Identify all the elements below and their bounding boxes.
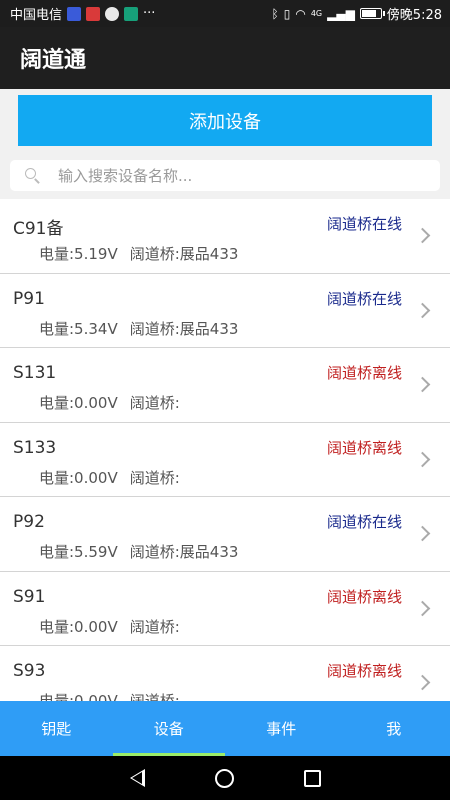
device-info: 电量:0.00V 阔道桥: bbox=[39, 616, 180, 637]
device-name: P91 bbox=[13, 288, 45, 309]
device-info: 电量:0.00V 阔道桥: bbox=[39, 690, 180, 701]
system-nav-bar bbox=[0, 756, 450, 800]
notification-app-icon bbox=[67, 6, 82, 21]
device-info: 电量:0.00V 阔道桥: bbox=[39, 392, 180, 413]
tab-me[interactable]: 我 bbox=[338, 701, 450, 756]
battery-fill bbox=[361, 10, 377, 17]
info-icon bbox=[105, 6, 120, 21]
status-bar-right: ᛒ ▯ ◠ 4G ▂▄▆ 傍晚5:28 bbox=[271, 4, 442, 24]
device-voltage: 电量:0.00V bbox=[39, 692, 118, 701]
device-item[interactable]: S93 阔道桥离线 电量:0.00V 阔道桥: bbox=[0, 646, 450, 701]
device-status: 阔道桥在线 bbox=[326, 215, 402, 233]
status-bar-left: 中国电信 ··· bbox=[10, 4, 155, 23]
device-item[interactable]: S91 阔道桥离线 电量:0.00V 阔道桥: bbox=[0, 571, 450, 646]
app-title: 阔道通 bbox=[20, 48, 87, 73]
device-name: C91备 bbox=[13, 219, 64, 239]
search-input[interactable] bbox=[58, 166, 398, 185]
chevron-right-icon bbox=[414, 376, 431, 393]
device-item[interactable]: S133 阔道桥离线 电量:0.00V 阔道桥: bbox=[0, 422, 450, 497]
app-bar: 阔道通 bbox=[0, 27, 450, 89]
notification-app-icon bbox=[86, 6, 101, 21]
device-list[interactable]: C91备 阔道桥在线 电量:5.19V 阔道桥:展品433 P91 阔道桥在线 电… bbox=[0, 199, 450, 701]
device-voltage: 电量:5.19V bbox=[39, 245, 118, 263]
tab-devices[interactable]: 设备 bbox=[112, 701, 226, 756]
chevron-right-icon bbox=[414, 600, 431, 616]
device-bridge: 阔道桥:展品433 bbox=[129, 245, 239, 263]
device-status: 阔道桥在线 bbox=[326, 289, 402, 308]
device-voltage: 电量:5.59V bbox=[39, 543, 118, 561]
tab-events[interactable]: 事件 bbox=[225, 701, 338, 756]
device-status: 阔道桥离线 bbox=[326, 364, 402, 382]
device-bridge: 阔道桥:展品433 bbox=[129, 319, 239, 338]
device-item[interactable]: C91备 阔道桥在线 电量:5.19V 阔道桥:展品433 bbox=[0, 199, 450, 274]
notification-app-icon bbox=[124, 6, 139, 21]
device-info: 电量:5.59V 阔道桥:展品433 bbox=[39, 541, 238, 562]
device-status: 阔道桥在线 bbox=[326, 513, 402, 531]
chevron-right-icon bbox=[414, 674, 431, 691]
device-name: P92 bbox=[13, 512, 45, 532]
device-status: 阔道桥离线 bbox=[326, 662, 402, 680]
status-bar: 中国电信 ··· ᛒ ▯ ◠ 4G ▂▄▆ 傍晚5:28 bbox=[0, 0, 450, 27]
wifi-icon: ◠ bbox=[295, 6, 306, 21]
chevron-right-icon bbox=[414, 451, 431, 467]
device-status: 阔道桥离线 bbox=[326, 438, 402, 457]
device-bridge: 阔道桥:展品433 bbox=[129, 543, 239, 561]
device-item[interactable]: P91 阔道桥在线 电量:5.34V 阔道桥:展品433 bbox=[0, 273, 450, 348]
back-icon[interactable] bbox=[129, 769, 145, 787]
device-name: S93 bbox=[13, 661, 46, 681]
device-info: 电量:5.34V 阔道桥:展品433 bbox=[39, 318, 238, 339]
device-bridge: 阔道桥: bbox=[129, 617, 180, 636]
add-device-button[interactable]: 添加设备 bbox=[18, 95, 432, 146]
device-status: 阔道桥离线 bbox=[326, 587, 402, 606]
recent-apps-icon[interactable] bbox=[303, 769, 321, 787]
device-item[interactable]: S131 阔道桥离线 电量:0.00V 阔道桥: bbox=[0, 348, 450, 423]
network-type-label: 4G bbox=[310, 9, 323, 18]
bottom-tab-bar: 钥匙 设备 事件 我 bbox=[0, 701, 450, 756]
device-bridge: 阔道桥: bbox=[129, 468, 180, 487]
search-icon bbox=[24, 167, 42, 185]
device-voltage: 电量:0.00V bbox=[39, 394, 118, 412]
tab-keys[interactable]: 钥匙 bbox=[0, 701, 113, 756]
home-icon[interactable] bbox=[214, 768, 234, 788]
device-name: S91 bbox=[13, 586, 46, 607]
signal-icon: ▂▄▆ bbox=[327, 6, 355, 21]
device-info: 电量:5.19V 阔道桥:展品433 bbox=[39, 243, 238, 264]
device-voltage: 电量:0.00V bbox=[39, 617, 118, 636]
search-box[interactable] bbox=[10, 160, 440, 191]
device-info: 电量:0.00V 阔道桥: bbox=[39, 467, 180, 488]
device-name: S133 bbox=[13, 437, 57, 458]
device-bridge: 阔道桥: bbox=[129, 692, 180, 701]
chevron-right-icon bbox=[414, 302, 431, 318]
chevron-right-icon bbox=[414, 525, 431, 542]
bluetooth-icon: ᛒ bbox=[271, 6, 279, 21]
clock-label: 傍晚5:28 bbox=[386, 8, 442, 23]
carrier-label: 中国电信 bbox=[10, 8, 63, 23]
device-voltage: 电量:0.00V bbox=[39, 468, 118, 487]
more-notifications-icon: ··· bbox=[143, 6, 156, 21]
device-voltage: 电量:5.34V bbox=[39, 319, 118, 338]
device-bridge: 阔道桥: bbox=[129, 394, 180, 412]
chevron-right-icon bbox=[414, 227, 431, 244]
device-item[interactable]: P92 阔道桥在线 电量:5.59V 阔道桥:展品433 bbox=[0, 497, 450, 572]
device-name: S131 bbox=[13, 363, 57, 383]
vibrate-icon: ▯ bbox=[283, 6, 291, 21]
battery-icon bbox=[359, 8, 385, 19]
